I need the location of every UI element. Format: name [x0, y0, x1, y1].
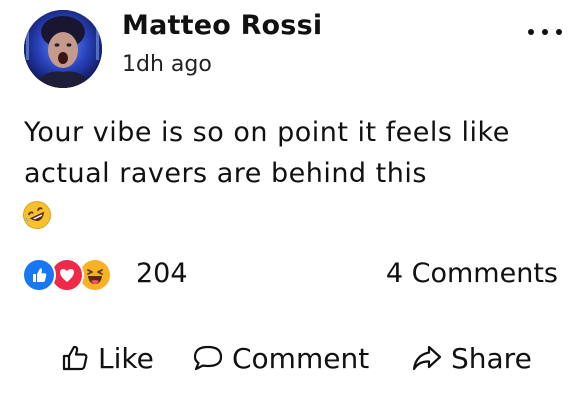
more-dot-icon [556, 29, 562, 35]
reaction-icons[interactable] [22, 256, 132, 296]
like-label: Like [98, 341, 154, 375]
comment-label: Comment [232, 341, 370, 375]
share-arrow-icon [412, 345, 442, 371]
like-reaction-icon [22, 258, 56, 292]
reaction-count[interactable]: 204 [136, 258, 188, 289]
more-dot-icon [528, 29, 534, 35]
like-button[interactable]: Like [60, 336, 154, 380]
post-card: Matteo Rossi 1dh ago Your vibe is so on … [0, 0, 586, 404]
post-text: Your vibe is so on point it feels like a… [24, 117, 510, 189]
share-label: Share [451, 341, 532, 375]
more-dot-icon [542, 29, 548, 35]
avatar[interactable] [24, 10, 102, 88]
more-options-button[interactable] [528, 22, 562, 42]
comment-button[interactable]: Comment [192, 336, 369, 380]
action-bar: Like Comment Share [0, 336, 586, 380]
thumbs-up-icon [62, 345, 88, 371]
comment-bubble-icon [193, 345, 223, 371]
rolling-on-floor-laughing-icon [23, 201, 51, 229]
comments-count-link[interactable]: 4 Comments [386, 258, 558, 289]
post-timestamp[interactable]: 1dh ago [122, 52, 212, 77]
share-button[interactable]: Share [411, 336, 532, 380]
avatar-photo [24, 10, 102, 88]
author-name[interactable]: Matteo Rossi [122, 10, 322, 41]
